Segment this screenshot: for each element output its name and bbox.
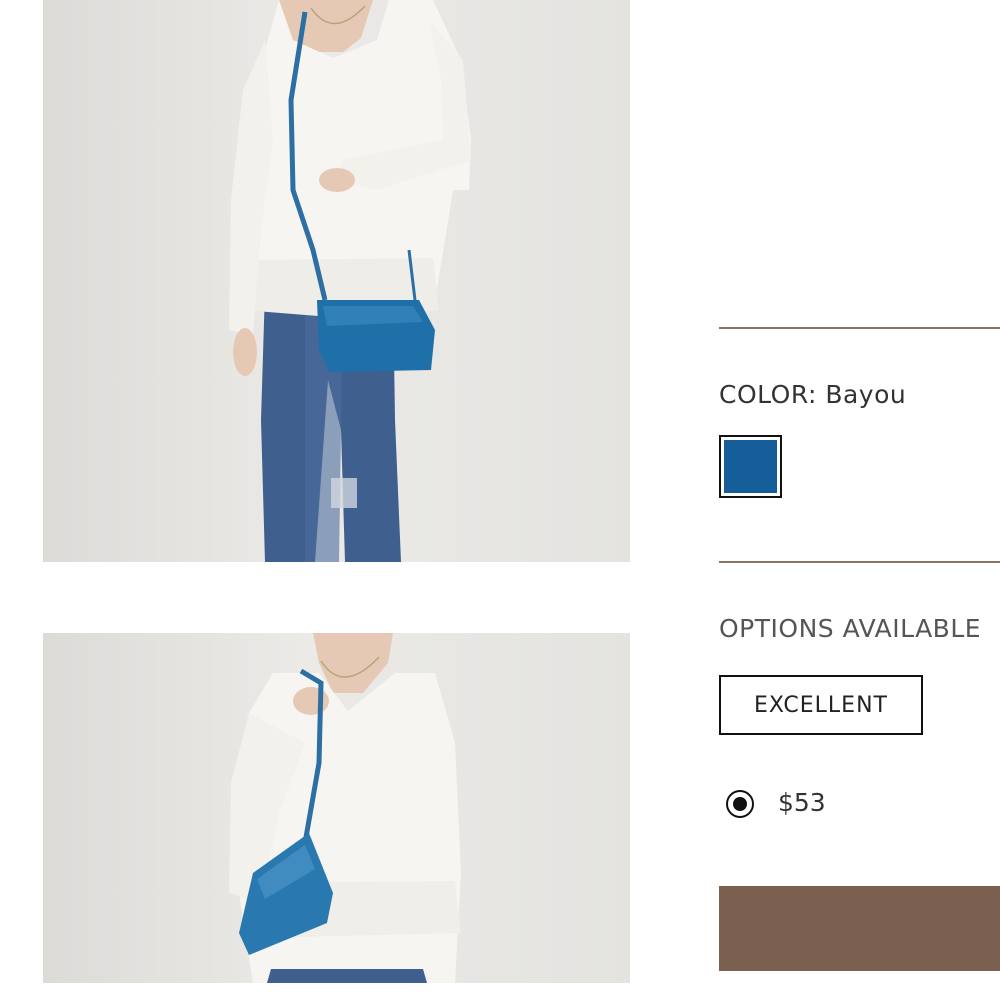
options-heading: OPTIONS AVAILABLE: [719, 614, 982, 643]
add-to-cart-button[interactable]: [719, 886, 1000, 971]
condition-option-button[interactable]: EXCELLENT: [719, 675, 923, 735]
product-photo-holding-strap[interactable]: [43, 633, 630, 983]
model-photo-illustration: [229, 633, 461, 983]
section-divider: [719, 561, 1000, 563]
model-photo-illustration: [229, 0, 471, 562]
color-label: COLOR: Bayou: [719, 380, 907, 409]
price-radio-button[interactable]: [726, 790, 754, 818]
price-label: $53: [778, 788, 826, 817]
section-divider: [719, 327, 1000, 329]
product-page: COLOR: Bayou OPTIONS AVAILABLE EXCELLENT…: [0, 0, 1000, 1000]
product-photo-front[interactable]: [43, 0, 630, 562]
swatch-color-fill: [724, 440, 777, 493]
radio-selected-dot: [733, 797, 747, 811]
color-swatch-bayou[interactable]: [719, 435, 782, 498]
